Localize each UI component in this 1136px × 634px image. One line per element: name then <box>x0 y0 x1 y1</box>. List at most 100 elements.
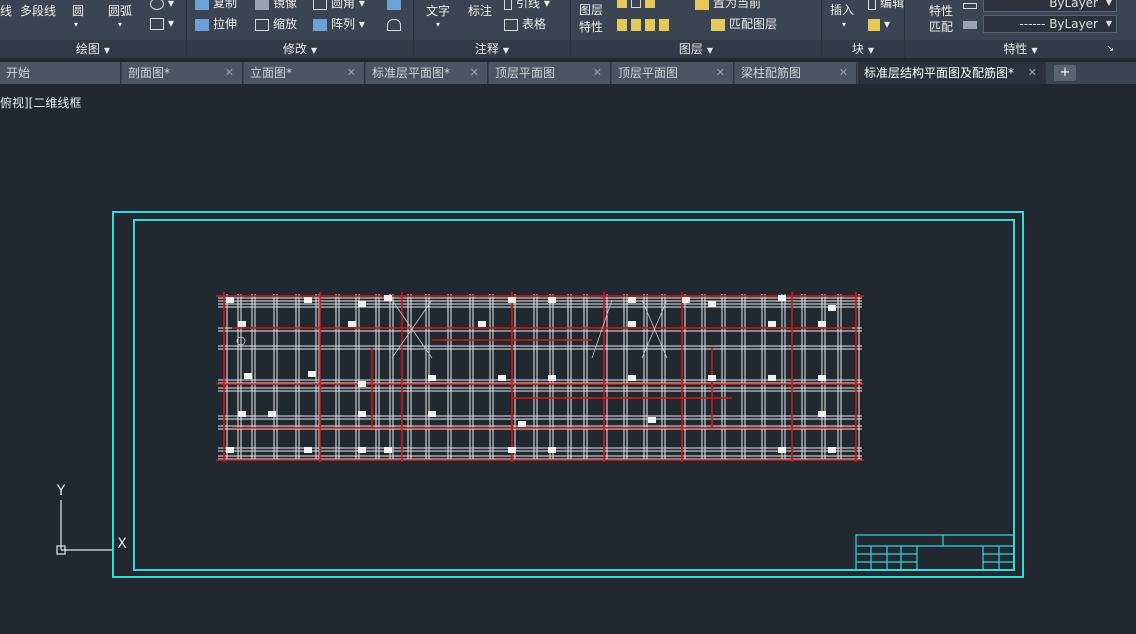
fillet-button[interactable]: 圆角 ▾ <box>313 0 365 10</box>
column-mark <box>548 447 556 453</box>
text-button[interactable]: 文字 <box>426 4 450 18</box>
polyline-button[interactable]: 多段线 <box>20 4 56 18</box>
column-mark <box>226 297 234 303</box>
line-button[interactable]: 线 <box>0 4 12 18</box>
ucs-y-label: Y <box>56 483 66 499</box>
column-mark <box>304 447 312 453</box>
title-block <box>855 534 1015 571</box>
insert-dropdown-icon[interactable]: ▾ <box>842 18 846 32</box>
column-mark <box>358 301 366 307</box>
circle-button[interactable]: 圆 <box>72 4 84 18</box>
column-mark <box>778 447 786 453</box>
column-mark <box>682 297 690 303</box>
column-mark <box>238 321 246 327</box>
scale-icon <box>255 18 269 31</box>
modify-panel-title[interactable]: 修改 ▼ <box>187 40 413 58</box>
column-mark <box>548 375 556 381</box>
set-current-button[interactable]: 置为当前 <box>695 0 761 10</box>
tab-elevation[interactable]: 立面图* ✕ <box>244 62 365 84</box>
table-button[interactable]: 表格 <box>504 17 546 31</box>
column-mark <box>268 411 276 417</box>
match-properties-line2[interactable]: 匹配 <box>929 20 953 34</box>
insert-button[interactable]: 插入 <box>830 3 854 17</box>
array-button[interactable]: 阵列 ▾ <box>313 17 365 31</box>
fillet-icon <box>313 0 327 10</box>
properties-panel: 特性 匹配 ByLayer ▼ ------ ByLayer ▼ 特性 ▼ ↘ <box>905 0 1136 58</box>
copy-button[interactable]: 复制 <box>195 0 237 10</box>
set-current-icon <box>695 0 709 10</box>
viewport-controls-label[interactable]: 俯视][二维线框 <box>0 94 81 111</box>
column-mark <box>818 411 826 417</box>
color-dropdown[interactable]: ByLayer ▼ <box>983 0 1117 12</box>
array-icon <box>313 18 327 31</box>
arc-dropdown-icon[interactable]: ▾ <box>118 18 122 32</box>
match-properties-line1[interactable]: 特性 <box>929 4 953 18</box>
file-tab-bar: 开始 剖面图* ✕ 立面图* ✕ 标准层平面图* ✕ 顶层平面图 ✕ 顶层平面图 ✕ 梁柱… <box>0 62 1136 84</box>
close-icon[interactable]: ✕ <box>225 62 234 84</box>
column-mark <box>818 375 826 381</box>
column-mark <box>628 375 636 381</box>
ucs-x-label: X <box>117 536 127 552</box>
mirror-icon <box>255 0 269 10</box>
close-icon[interactable]: ✕ <box>1028 62 1037 84</box>
close-icon[interactable]: ✕ <box>347 62 356 84</box>
text-dropdown-icon[interactable]: ▾ <box>436 18 440 32</box>
explode-icon[interactable] <box>387 0 405 10</box>
layers-panel-title[interactable]: 图层 ▼ <box>571 40 821 58</box>
layer-properties-line2[interactable]: 特性 <box>579 20 603 34</box>
annotation-panel-title[interactable]: 注释 ▼ <box>414 40 570 58</box>
tab-standard-floor-plan[interactable]: 标准层平面图* ✕ <box>366 62 488 84</box>
column-mark <box>226 447 234 453</box>
tab-top-floor-plan-2[interactable]: 顶层平面图 ✕ <box>612 62 734 84</box>
block-attribute-icon[interactable]: ▾ <box>868 17 890 31</box>
linetype-dropdown[interactable]: ------ ByLayer ▼ <box>983 15 1117 33</box>
column-mark <box>818 321 826 327</box>
block-panel: 插入 ▾ 编辑 ▾ 块 ▼ <box>822 0 905 58</box>
column-mark <box>508 297 516 303</box>
copy-icon <box>195 0 209 10</box>
ucs-icon: Y X <box>56 483 127 555</box>
column-mark <box>498 375 506 381</box>
close-icon[interactable]: ✕ <box>839 62 848 84</box>
new-tab-button[interactable]: + <box>1054 65 1076 81</box>
offset-icon[interactable] <box>387 17 405 31</box>
ribbon: 线 多段线 圆 ▾ 圆弧 ▾ ▾ ▾ 绘图 ▼ 复制 镜像 圆角 ▾ 拉伸 缩放 … <box>0 0 1136 58</box>
layer-properties-line1[interactable]: 图层 <box>579 3 603 17</box>
arc-button[interactable]: 圆弧 <box>108 4 132 18</box>
column-mark <box>628 297 636 303</box>
leader-icon <box>504 0 512 10</box>
close-icon[interactable]: ✕ <box>716 62 725 84</box>
properties-panel-title[interactable]: 特性 ▼ ↘ <box>905 40 1136 58</box>
column-mark <box>648 417 656 423</box>
column-mark <box>508 447 516 453</box>
column-mark <box>384 447 392 453</box>
tab-beam-column-reinforcement[interactable]: 梁柱配筋图 ✕ <box>735 62 857 84</box>
column-mark <box>548 297 556 303</box>
layer-tool-icons-row2[interactable] <box>617 17 673 31</box>
draw-panel: 线 多段线 圆 ▾ 圆弧 ▾ ▾ ▾ 绘图 ▼ <box>0 0 187 58</box>
tab-top-floor-plan[interactable]: 顶层平面图 ✕ <box>489 62 611 84</box>
circle-dropdown-icon[interactable]: ▾ <box>74 18 78 32</box>
tab-start[interactable]: 开始 <box>0 62 121 84</box>
match-layer-button[interactable]: 匹配图层 <box>711 17 777 31</box>
scale-button[interactable]: 缩放 <box>255 17 297 31</box>
close-icon[interactable]: ✕ <box>470 62 479 84</box>
dialog-launcher-icon[interactable]: ↘ <box>1106 40 1114 58</box>
tab-structural-plan-active[interactable]: 标准层结构平面图及配筋图* ✕ <box>858 62 1046 84</box>
leader-button[interactable]: 引线 ▾ <box>504 0 550 10</box>
edit-block-button[interactable]: 编辑 <box>868 0 904 10</box>
hatch-icon[interactable]: ▾ <box>150 16 174 30</box>
close-icon[interactable]: ✕ <box>593 62 602 84</box>
stretch-icon <box>195 18 209 31</box>
layer-tool-icons-row1[interactable] <box>617 0 659 8</box>
column-mark <box>768 375 776 381</box>
column-mark <box>708 301 716 307</box>
stretch-button[interactable]: 拉伸 <box>195 17 237 31</box>
draw-panel-title[interactable]: 绘图 ▼ <box>0 40 186 58</box>
mirror-button[interactable]: 镜像 <box>255 0 297 10</box>
block-panel-title[interactable]: 块 ▼ <box>822 40 904 58</box>
ellipse-icon[interactable]: ▾ <box>150 0 174 10</box>
linetype-icon <box>963 17 981 31</box>
dimension-button[interactable]: 标注 <box>468 4 492 18</box>
tab-section[interactable]: 剖面图* ✕ <box>122 62 243 84</box>
